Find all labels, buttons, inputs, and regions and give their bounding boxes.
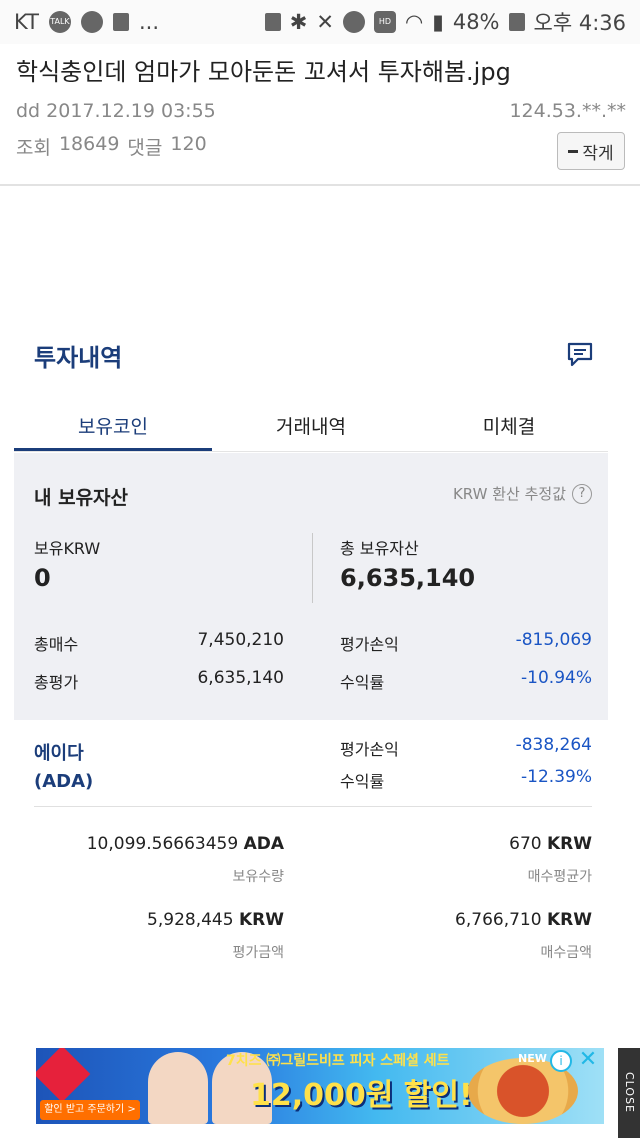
summary-title: 내 보유자산 bbox=[34, 487, 129, 509]
tab-trade-history[interactable]: 거래내역 bbox=[212, 398, 410, 451]
krw-held-label: 보유KRW bbox=[34, 539, 101, 558]
post-author-date: dd 2017.12.19 03:55 bbox=[16, 100, 216, 122]
font-size-small-button[interactable]: 작게 bbox=[557, 132, 625, 170]
help-icon[interactable]: ? bbox=[572, 483, 592, 504]
eval-amount: 5,928,445 KRW bbox=[147, 910, 284, 930]
coin-divider bbox=[34, 806, 592, 807]
post-ip: 124.53.**.** bbox=[509, 100, 626, 122]
font-size-small-label: 작게 bbox=[582, 143, 614, 164]
pnl-value: -815,069 bbox=[515, 630, 592, 650]
post-stats: 조회 18649 댓글 120 bbox=[16, 133, 207, 160]
battery-percent: 48% bbox=[452, 10, 500, 34]
buy-amount: 6,766,710 KRW bbox=[455, 910, 592, 930]
views-label: 조회 bbox=[16, 137, 51, 159]
eval-amount-label: 평가금액 bbox=[232, 945, 284, 961]
signal-icon: ▮ bbox=[432, 10, 444, 34]
comments-count: 120 bbox=[170, 133, 207, 155]
buy-amount-unit: KRW bbox=[546, 910, 592, 930]
ad-model-image-1 bbox=[148, 1052, 208, 1124]
coin-rate-label: 수익률 bbox=[340, 772, 385, 791]
avg-buy-price-label: 매수평균가 bbox=[527, 869, 592, 885]
more-icon: ... bbox=[138, 10, 159, 34]
coin-symbol: (ADA) bbox=[34, 771, 94, 792]
hd-icon: HD bbox=[373, 11, 396, 33]
holding-amount-label: 보유수량 bbox=[232, 869, 284, 885]
total-assets-value: 6,635,140 bbox=[340, 564, 476, 592]
status-bar: KT TALK ... ✱ ✕ HD ◠ ▮ 48% 오후 4:36 bbox=[0, 0, 640, 44]
summary-divider bbox=[312, 533, 313, 603]
comments-label: 댓글 bbox=[127, 137, 163, 159]
coin-pnl-value: -838,264 bbox=[515, 735, 592, 755]
bot-icon bbox=[80, 11, 103, 33]
ad-headline-small: 7치즈 ㈜그릴드비프 피자 스페셜 세트 bbox=[226, 1053, 450, 1069]
post-title: 학식충인데 엄마가 모아둔돈 꼬셔서 투자해봄.jpg bbox=[16, 58, 511, 86]
return-rate-value: -10.94% bbox=[521, 668, 592, 688]
holding-amount-value: 10,099.56663459 bbox=[86, 834, 239, 854]
coin-name-korean: 에이다 bbox=[34, 743, 84, 764]
chat-icon[interactable] bbox=[566, 340, 594, 368]
krw-estimate-label: KRW 환산 추정값 bbox=[452, 485, 566, 503]
battery-icon bbox=[508, 13, 525, 31]
ad-close-button[interactable]: CLOSE bbox=[618, 1048, 640, 1138]
avg-buy-price: 670 KRW bbox=[509, 834, 592, 854]
asset-summary-panel: 내 보유자산 KRW 환산 추정값 ? 보유KRW 0 총 보유자산 6,635… bbox=[14, 453, 608, 720]
bluetooth-icon: ✱ bbox=[289, 10, 308, 34]
coin-pnl-label: 평가손익 bbox=[340, 740, 399, 759]
post-datetime: 2017.12.19 03:55 bbox=[46, 100, 216, 122]
avg-buy-price-unit: KRW bbox=[546, 834, 592, 854]
eval-amount-unit: KRW bbox=[238, 910, 284, 930]
avg-buy-price-value: 670 bbox=[509, 834, 542, 854]
wifi-icon: ◠ bbox=[404, 10, 424, 34]
total-assets-label: 총 보유자산 bbox=[340, 539, 419, 558]
total-eval-value: 6,635,140 bbox=[197, 668, 284, 688]
ad-banner[interactable]: 할인 받고 주문하기 > 7치즈 ㈜그릴드비프 피자 스페셜 세트 12,000… bbox=[36, 1048, 604, 1124]
coin-rate-value: -12.39% bbox=[521, 767, 592, 787]
ad-close-icon[interactable]: ✕ bbox=[576, 1048, 600, 1072]
buy-amount-label: 매수금액 bbox=[540, 945, 592, 961]
talk-icon: TALK bbox=[48, 11, 71, 33]
total-buy-label: 총매수 bbox=[34, 635, 79, 654]
investment-tabs: 보유코인 거래내역 미체결 bbox=[14, 398, 608, 452]
ad-headline-big: 12,000원 할인! bbox=[250, 1078, 473, 1113]
message-icon bbox=[112, 13, 129, 31]
krw-held-value: 0 bbox=[34, 564, 51, 592]
total-buy-value: 7,450,210 bbox=[197, 630, 284, 650]
ad-info-icon[interactable]: i bbox=[550, 1050, 572, 1072]
holding-amount: 10,099.56663459 ADA bbox=[87, 834, 284, 854]
ad-order-button[interactable]: 할인 받고 주문하기 > bbox=[40, 1100, 140, 1120]
buy-amount-value: 6,766,710 bbox=[455, 910, 542, 930]
carrier-label: KT bbox=[14, 10, 39, 34]
tab-holdings[interactable]: 보유코인 bbox=[14, 398, 212, 451]
clock: 오후 4:36 bbox=[533, 11, 626, 35]
mute-icon: ✕ bbox=[316, 10, 334, 34]
alarm-icon bbox=[342, 11, 365, 33]
minus-icon bbox=[568, 149, 579, 153]
investment-title: 투자내역 bbox=[34, 344, 123, 372]
eval-amount-value: 5,928,445 bbox=[147, 910, 234, 930]
total-eval-label: 총평가 bbox=[34, 673, 79, 692]
brand-logo bbox=[36, 1048, 91, 1103]
new-badge: NEW bbox=[518, 1052, 547, 1065]
views-count: 18649 bbox=[58, 133, 120, 155]
holding-amount-unit: ADA bbox=[243, 834, 284, 854]
coin-name[interactable]: 에이다 (ADA) bbox=[34, 740, 93, 796]
post-author: dd bbox=[16, 100, 41, 122]
tab-unfilled[interactable]: 미체결 bbox=[410, 398, 608, 451]
header-divider bbox=[0, 184, 640, 186]
recycle-icon bbox=[264, 13, 281, 31]
return-rate-label: 수익률 bbox=[340, 673, 385, 692]
pnl-label: 평가손익 bbox=[340, 635, 399, 654]
krw-estimate-note[interactable]: KRW 환산 추정값 ? bbox=[453, 483, 592, 504]
